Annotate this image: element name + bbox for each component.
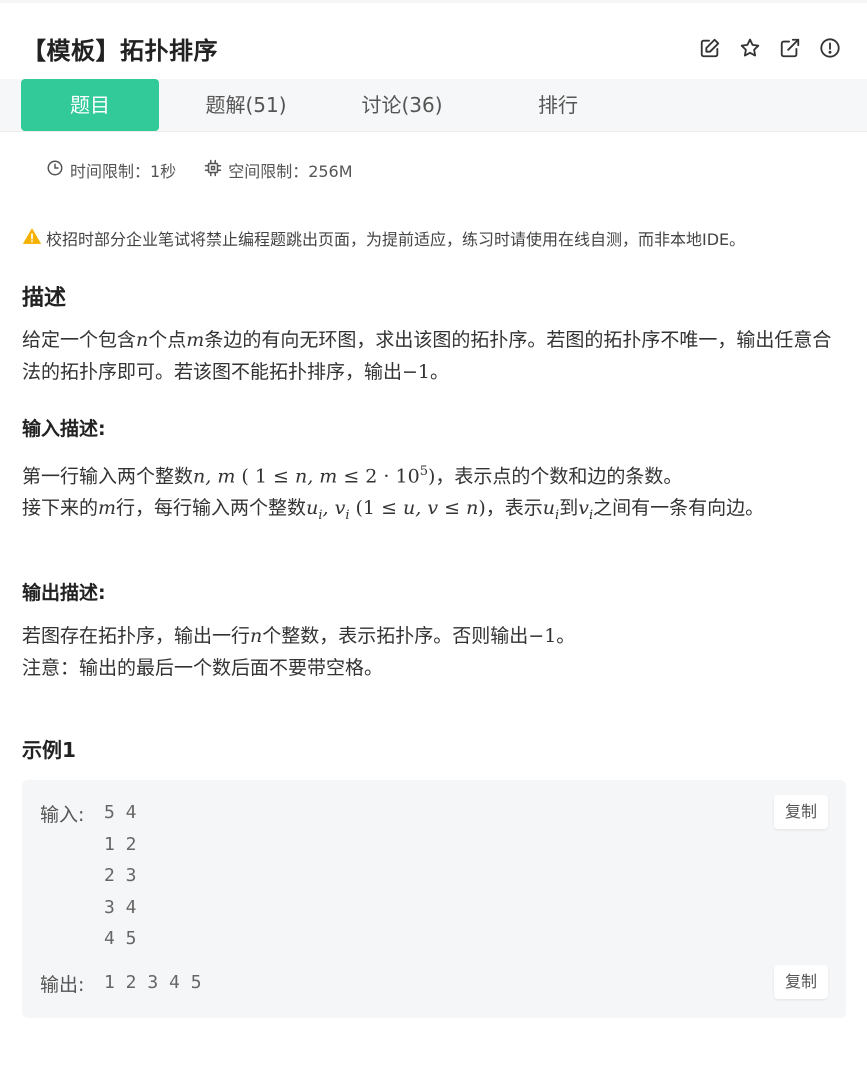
- time-limit: 时间限制：1秒: [46, 158, 176, 182]
- example-output-value: 1 2 3 4 5: [104, 972, 202, 993]
- tab-solutions[interactable]: 题解(51): [175, 79, 317, 131]
- space-limit: 空间限制：256M: [204, 158, 353, 182]
- problem-header: 【模板】拓扑排序: [0, 3, 867, 79]
- output-description-text: 若图存在拓扑序，输出一行n个整数，表示拓扑序。否则输出−1。 注意：输出的最后一…: [22, 620, 842, 684]
- report-icon[interactable]: [819, 37, 841, 59]
- copy-output-button[interactable]: 复制: [774, 965, 828, 999]
- tab-problem[interactable]: 题目: [21, 79, 159, 131]
- output-line-2: 注意：输出的最后一个数后面不要带空格。: [22, 657, 384, 679]
- example-output-label: 输出:: [40, 974, 85, 996]
- clock-icon: [46, 159, 70, 181]
- description-text: 给定一个包含n个点m条边的有向无环图，求出该图的拓扑序。若图的拓扑序不唯一，输出…: [22, 329, 832, 383]
- input-description-text: 第一行输入两个整数n, m ( 1 ≤ n, m ≤ 2 · 105)，表示点的…: [22, 456, 842, 532]
- output-line-1: 若图存在拓扑序，输出一行n个整数，表示拓扑序。否则输出−1。: [22, 625, 576, 647]
- output-description-heading: 输出描述:: [22, 582, 106, 604]
- problem-title: 【模板】拓扑排序: [22, 37, 218, 65]
- tab-ranking[interactable]: 排行: [489, 79, 627, 131]
- input-line-2: 接下来的m行，每行输入两个整数ui, vi (1 ≤ u, v ≤ n)，表示u…: [22, 497, 765, 524]
- limits: 时间限制：1秒 空间限制：256M: [46, 158, 353, 182]
- space-limit-text: 空间限制：256M: [228, 162, 353, 181]
- input-description-heading: 输入描述:: [22, 418, 106, 440]
- warning-notice: 校招时部分企业笔试将禁止编程题跳出页面，为提前适应，练习时请使用在线自测，而非本…: [22, 226, 745, 250]
- external-link-icon[interactable]: [779, 37, 801, 59]
- edit-icon[interactable]: [699, 37, 721, 59]
- header-actions: [699, 37, 841, 59]
- tab-discussion[interactable]: 讨论(36): [333, 79, 471, 131]
- copy-input-button[interactable]: 复制: [774, 795, 828, 829]
- example-heading: 示例1: [22, 738, 76, 762]
- example-box: 输入: 5 4 1 2 2 3 3 4 4 5 复制 输出: 1 2 3 4 5…: [22, 780, 846, 1018]
- warning-text: 校招时部分企业笔试将禁止编程题跳出页面，为提前适应，练习时请使用在线自测，而非本…: [46, 230, 746, 249]
- time-limit-text: 时间限制：1秒: [70, 162, 177, 181]
- chip-icon: [204, 159, 228, 181]
- warning-icon: [22, 226, 46, 250]
- tab-bar: 题目 题解(51) 讨论(36) 排行: [0, 79, 867, 132]
- star-icon[interactable]: [739, 37, 761, 59]
- example-input-value: 5 4 1 2 2 3 3 4 4 5: [104, 802, 137, 949]
- input-line-1: 第一行输入两个整数n, m ( 1 ≤ n, m ≤ 2 · 105)，表示点的…: [22, 464, 683, 488]
- example-input-label: 输入:: [40, 804, 85, 826]
- description-heading: 描述: [22, 286, 67, 311]
